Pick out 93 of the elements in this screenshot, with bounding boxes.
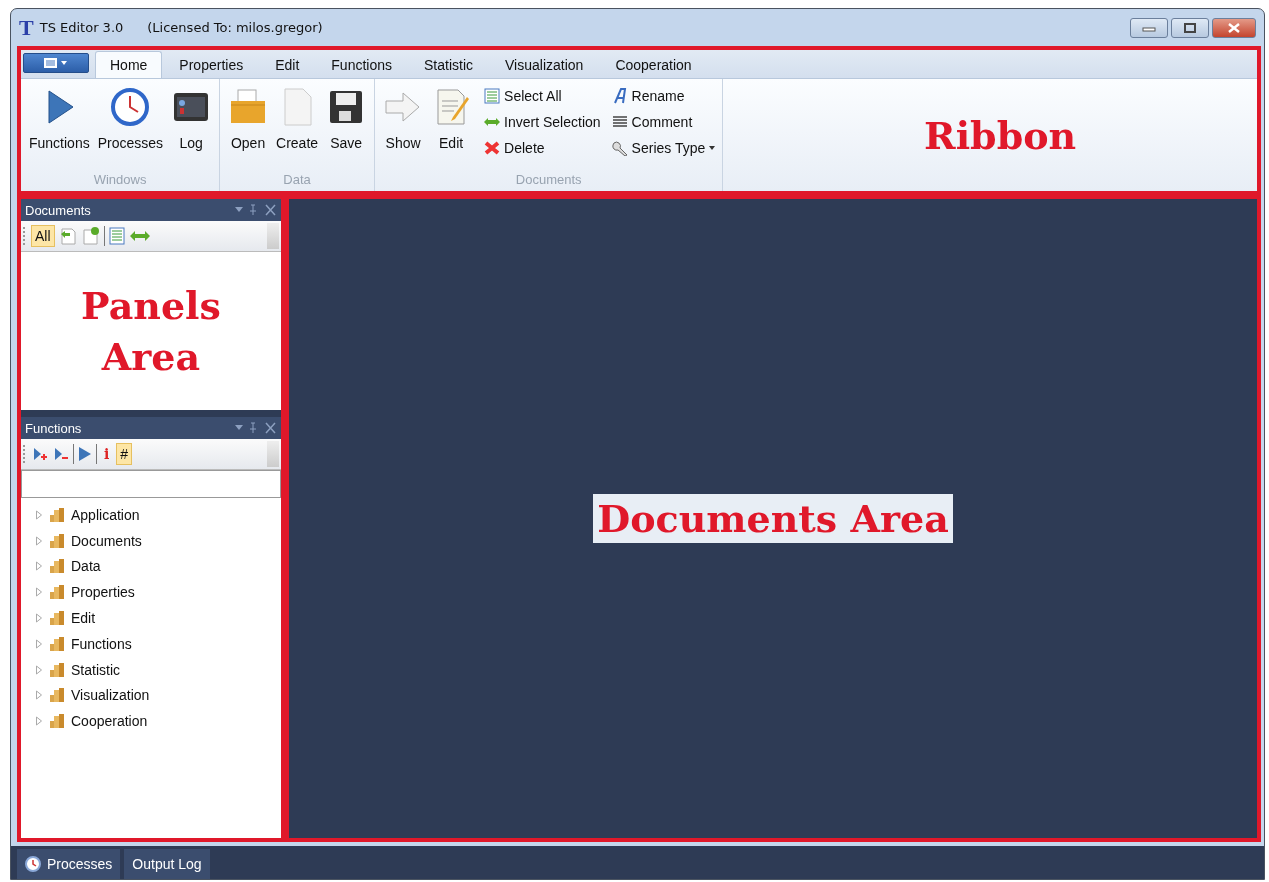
license-text: (Licensed To: milos.gregor) bbox=[147, 20, 323, 35]
expander-icon[interactable] bbox=[35, 664, 43, 675]
group-label: Documents bbox=[514, 172, 583, 189]
ribbon-annotation: Ribbon bbox=[924, 112, 1077, 158]
folder-icon bbox=[49, 687, 65, 704]
panel-title: Documents bbox=[25, 202, 91, 218]
dropdown-icon[interactable] bbox=[235, 425, 243, 430]
expander-icon[interactable] bbox=[35, 509, 43, 520]
ribbon-button[interactable]: Comment bbox=[610, 109, 717, 135]
ribbon-button-icon bbox=[483, 88, 502, 104]
ribbon-button[interactable]: Invert Selection bbox=[483, 109, 601, 135]
ribbon-button[interactable]: Series Type bbox=[610, 135, 717, 161]
ribbon-tab[interactable]: Statistic bbox=[409, 51, 488, 78]
documents-annotation: Documents Area bbox=[593, 493, 953, 544]
folder-icon bbox=[49, 584, 65, 601]
tree-item[interactable]: Properties bbox=[35, 579, 281, 606]
ribbon-button-icon bbox=[610, 140, 629, 156]
panel-title: Functions bbox=[25, 420, 82, 436]
application-menu-button[interactable] bbox=[23, 53, 89, 73]
folder-icon bbox=[49, 506, 65, 523]
folder-icon bbox=[49, 558, 65, 575]
menu-icon bbox=[43, 57, 69, 69]
app-logo-icon: T bbox=[19, 14, 34, 41]
expander-icon[interactable] bbox=[35, 716, 43, 727]
clock-icon bbox=[25, 856, 41, 872]
tree-item[interactable]: Documents bbox=[35, 527, 281, 554]
ribbon-button-icon bbox=[483, 140, 502, 156]
close-icon[interactable] bbox=[265, 422, 276, 434]
ribbon-tab[interactable]: Edit bbox=[260, 51, 315, 78]
tree-item[interactable]: Application bbox=[35, 502, 281, 528]
close-icon[interactable] bbox=[265, 204, 276, 216]
search-field[interactable] bbox=[21, 470, 281, 498]
expander-icon[interactable] bbox=[35, 561, 43, 572]
expander-icon[interactable] bbox=[35, 535, 43, 546]
close-button[interactable] bbox=[1212, 17, 1256, 38]
expander-icon[interactable] bbox=[35, 690, 43, 701]
maximize-button[interactable] bbox=[1171, 17, 1209, 38]
folder-icon bbox=[49, 610, 65, 627]
run-icon[interactable] bbox=[77, 445, 93, 463]
toolbar-overflow-button[interactable] bbox=[267, 441, 279, 467]
ribbon-button[interactable]: Show bbox=[381, 83, 426, 155]
ribbon-tab[interactable]: Properties bbox=[164, 51, 259, 78]
expander-icon[interactable] bbox=[35, 613, 43, 624]
ribbon-button-icon bbox=[610, 114, 629, 130]
ribbon-button[interactable]: Create bbox=[274, 83, 321, 155]
toolbar-toggle-button[interactable]: # bbox=[116, 443, 133, 465]
remove-function-icon[interactable] bbox=[52, 445, 70, 463]
ribbon-button[interactable]: Delete bbox=[483, 135, 601, 161]
minimize-button[interactable] bbox=[1130, 17, 1168, 38]
add-function-icon[interactable] bbox=[31, 445, 49, 463]
pin-icon[interactable] bbox=[249, 204, 257, 216]
group-label: Windows bbox=[92, 172, 148, 189]
panels-annotation: Panels Area bbox=[80, 281, 222, 381]
tree-item[interactable]: Visualization bbox=[35, 682, 281, 709]
ribbon-button[interactable]: Rename bbox=[610, 83, 717, 109]
list-icon[interactable] bbox=[107, 226, 126, 246]
ribbon-button[interactable]: Functions bbox=[27, 83, 92, 155]
ribbon-button[interactable]: Select All bbox=[483, 83, 601, 109]
tree-item[interactable]: Functions bbox=[35, 631, 281, 657]
ribbon-tab[interactable]: Functions bbox=[316, 51, 407, 78]
close-icon bbox=[1227, 22, 1241, 33]
ribbon-tab[interactable]: Visualization bbox=[490, 51, 599, 78]
expander-icon[interactable] bbox=[35, 587, 43, 598]
ribbon-button[interactable]: Open bbox=[226, 83, 271, 155]
dropdown-icon[interactable] bbox=[235, 207, 243, 212]
group-label: Data bbox=[282, 172, 312, 189]
folder-icon bbox=[49, 532, 65, 549]
add-document-icon[interactable] bbox=[80, 226, 101, 246]
tree-item[interactable]: Data bbox=[35, 553, 281, 580]
ribbon-button[interactable]: Save bbox=[324, 83, 369, 155]
ribbon-button[interactable]: Edit bbox=[429, 83, 474, 155]
folder-icon bbox=[49, 713, 65, 730]
bottom-tab[interactable]: Processes bbox=[17, 849, 121, 879]
swap-icon[interactable] bbox=[128, 229, 151, 243]
filter-button[interactable]: All bbox=[31, 225, 55, 247]
tree-item[interactable]: Cooperation bbox=[35, 708, 281, 735]
toolbar-overflow-button[interactable] bbox=[267, 223, 279, 249]
ribbon-tab[interactable]: Cooperation bbox=[600, 51, 707, 78]
ribbon-tab[interactable]: Home bbox=[95, 51, 163, 78]
ribbon-button-icon bbox=[110, 87, 151, 127]
ribbon-button[interactable]: Processes bbox=[95, 83, 166, 155]
bottom-tab[interactable]: Output Log bbox=[124, 849, 210, 879]
ribbon-button[interactable]: Log bbox=[169, 83, 214, 155]
toolbar-toggle-button[interactable]: i bbox=[100, 443, 114, 465]
window-title: TS Editor 3.0 bbox=[39, 20, 124, 35]
folder-icon bbox=[49, 635, 65, 652]
maximize-icon bbox=[1183, 22, 1197, 33]
pin-icon[interactable] bbox=[249, 422, 257, 434]
tree-item[interactable]: Statistic bbox=[35, 656, 281, 683]
expander-icon[interactable] bbox=[35, 638, 43, 649]
caret-icon bbox=[708, 145, 717, 151]
tree-item[interactable]: Edit bbox=[35, 605, 281, 631]
folder-icon bbox=[49, 661, 65, 678]
